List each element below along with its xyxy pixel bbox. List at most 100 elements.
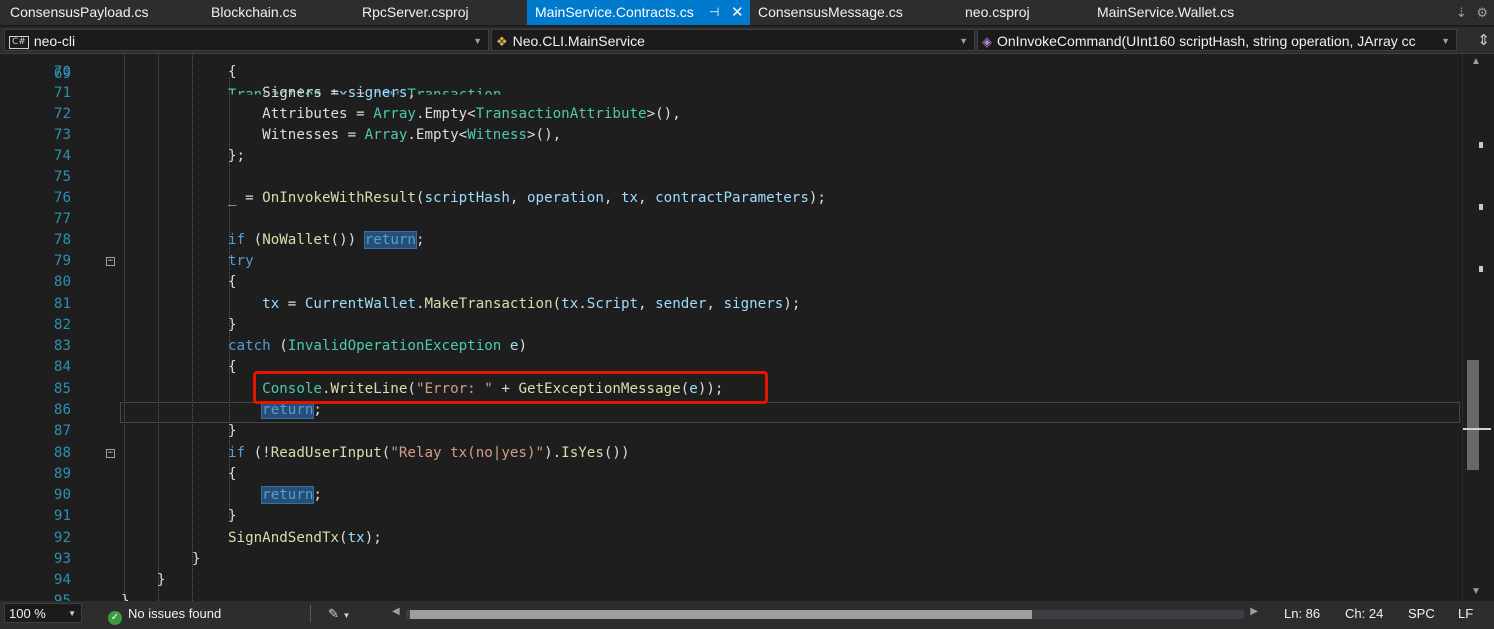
- code-text: if (!ReadUserInput("Relay tx(no|yes)").I…: [228, 445, 630, 461]
- method-icon: ◈: [982, 34, 992, 49]
- check-circle-icon: ✓: [108, 611, 122, 625]
- code-text: tx = CurrentWallet.MakeTransaction(tx.Sc…: [262, 296, 801, 312]
- line-number: 80: [53, 274, 71, 290]
- line-number: 95: [53, 593, 71, 601]
- tab-consensus-message[interactable]: ConsensusMessage.cs: [750, 0, 955, 25]
- brush-icon: ✎: [328, 606, 339, 621]
- scroll-up-arrow-icon[interactable]: ▲: [1471, 56, 1481, 67]
- line-number: 92: [53, 530, 71, 546]
- code-text: Witnesses = Array.Empty<Witness>(),: [228, 127, 562, 143]
- horizontal-scrollbar[interactable]: ◀ ▶: [392, 606, 1258, 621]
- code-line: 71 Signers = signers,: [0, 83, 1462, 104]
- line-number: 77: [53, 211, 71, 227]
- line-number: 84: [53, 359, 71, 375]
- whitespace-indicator[interactable]: SPC: [1408, 601, 1435, 626]
- collapse-icon[interactable]: −: [106, 449, 115, 458]
- code-line: 73 Witnesses = Array.Empty<Witness>(),: [0, 125, 1462, 146]
- member-dropdown[interactable]: ◈ OnInvokeCommand(UInt160 scriptHash, str…: [977, 29, 1457, 51]
- code-line: 95}: [0, 591, 1462, 601]
- tab-label: ConsensusMessage.cs: [758, 4, 903, 20]
- tab-label: MainService.Wallet.cs: [1097, 4, 1235, 20]
- line-number: 76: [53, 190, 71, 206]
- scroll-left-arrow-icon[interactable]: ◀: [392, 606, 400, 617]
- tab-mainservice-wallet[interactable]: MainService.Wallet.cs: [1087, 0, 1287, 25]
- scroll-thumb[interactable]: [1467, 360, 1479, 470]
- code-text: Attributes = Array.Empty<TransactionAttr…: [228, 106, 681, 122]
- code-line: 74};: [0, 146, 1462, 167]
- line-indicator[interactable]: Ln: 86: [1284, 601, 1320, 626]
- scroll-down-arrow-icon[interactable]: ▼: [1471, 586, 1481, 597]
- line-number: 93: [53, 551, 71, 567]
- column-indicator[interactable]: Ch: 24: [1345, 601, 1383, 626]
- vertical-scrollbar[interactable]: ▲ ▼: [1462, 54, 1494, 601]
- csharp-project-icon: C#: [9, 36, 29, 49]
- caret-position-marker: [1463, 428, 1491, 430]
- member-name: OnInvokeCommand(UInt160 scriptHash, stri…: [997, 33, 1416, 49]
- line-number: 87: [53, 423, 71, 439]
- line-number: 88: [53, 445, 71, 461]
- split-window-icon[interactable]: ⇕: [1477, 31, 1490, 49]
- scroll-thumb[interactable]: [410, 610, 1032, 619]
- zoom-dropdown[interactable]: 100 % ▼: [4, 603, 82, 623]
- code-line: 87}: [0, 421, 1462, 442]
- code-cleanup-button[interactable]: ✎ ▼: [328, 601, 350, 628]
- tab-blockchain[interactable]: Blockchain.cs: [201, 0, 351, 25]
- line-number: 71: [53, 85, 71, 101]
- code-text: return;: [261, 486, 322, 504]
- tab-label: RpcServer.csproj: [362, 4, 469, 20]
- line-number: 82: [53, 317, 71, 333]
- line-number: 91: [53, 508, 71, 524]
- code-line: 88 − if (!ReadUserInput("Relay tx(no|yes)"…: [0, 443, 1462, 464]
- highlight-annotation-box: [253, 371, 768, 404]
- settings-gear-icon[interactable]: ⚙: [1476, 5, 1488, 20]
- tab-overflow-icon[interactable]: ⇣: [1456, 5, 1467, 20]
- line-number: 73: [53, 127, 71, 143]
- code-text: }: [192, 551, 201, 567]
- code-line: 79 − try: [0, 251, 1462, 272]
- code-line: 81 tx = CurrentWallet.MakeTransaction(tx…: [0, 294, 1462, 315]
- issues-indicator[interactable]: ✓ No issues found: [108, 601, 221, 626]
- code-line: 91}: [0, 506, 1462, 527]
- code-text: {: [228, 274, 237, 290]
- code-line: 80 {: [0, 272, 1462, 293]
- line-number: 90: [53, 487, 71, 503]
- type-dropdown[interactable]: ❖ Neo.CLI.MainService ▼: [491, 29, 975, 51]
- project-name: neo-cli: [33, 33, 76, 49]
- tab-rpcserver-csproj[interactable]: RpcServer.csproj: [352, 0, 528, 25]
- type-name: Neo.CLI.MainService: [512, 33, 645, 49]
- scroll-right-arrow-icon[interactable]: ▶: [1250, 606, 1258, 617]
- code-line: 90 return;: [0, 485, 1462, 506]
- scroll-marker: [1479, 266, 1483, 272]
- line-number: 79: [53, 253, 71, 269]
- tab-mainservice-contracts[interactable]: MainService.Contracts.cs ⊣ ✕: [527, 0, 750, 25]
- tab-neo-csproj[interactable]: neo.csproj: [955, 0, 1087, 25]
- collapse-icon[interactable]: −: [106, 257, 115, 266]
- chevron-down-icon: ▼: [959, 36, 968, 46]
- code-text: if (NoWallet()) return;: [228, 231, 425, 249]
- tab-label: MainService.Contracts.cs: [535, 4, 694, 20]
- line-ending-indicator[interactable]: LF: [1458, 601, 1473, 626]
- chevron-down-icon: ▼: [68, 609, 76, 618]
- code-line: 70 {: [0, 62, 1462, 83]
- tab-label: ConsensusPayload.cs: [10, 4, 149, 20]
- pin-icon[interactable]: ⊣: [709, 0, 719, 25]
- code-line: 89 {: [0, 464, 1462, 485]
- navigation-bar: C# neo-cli ▼ ❖ Neo.CLI.MainService ▼ ◈ OnIn…: [0, 27, 1494, 54]
- project-dropdown[interactable]: C# neo-cli ▼: [4, 29, 489, 51]
- code-line: 77: [0, 209, 1462, 230]
- code-text: Signers = signers,: [228, 85, 416, 101]
- close-icon[interactable]: ✕: [731, 0, 744, 25]
- code-text: }: [228, 423, 237, 439]
- code-line: 72 Attributes = Array.Empty<TransactionA…: [0, 104, 1462, 125]
- code-line: 94}: [0, 570, 1462, 591]
- code-editor[interactable]: 69 Transaction tx = new Transaction 70{ …: [0, 54, 1462, 601]
- line-number: 86: [53, 402, 71, 418]
- code-text: }: [121, 593, 130, 601]
- tab-consensus-payload[interactable]: ConsensusPayload.cs: [0, 0, 197, 25]
- line-number: 89: [53, 466, 71, 482]
- code-text: }: [228, 508, 237, 524]
- code-line: 76 _ = OnInvokeWithResult(scriptHash, ope…: [0, 188, 1462, 209]
- code-line: 75: [0, 167, 1462, 188]
- class-icon: ❖: [496, 34, 508, 49]
- chevron-down-icon: ▼: [342, 611, 351, 620]
